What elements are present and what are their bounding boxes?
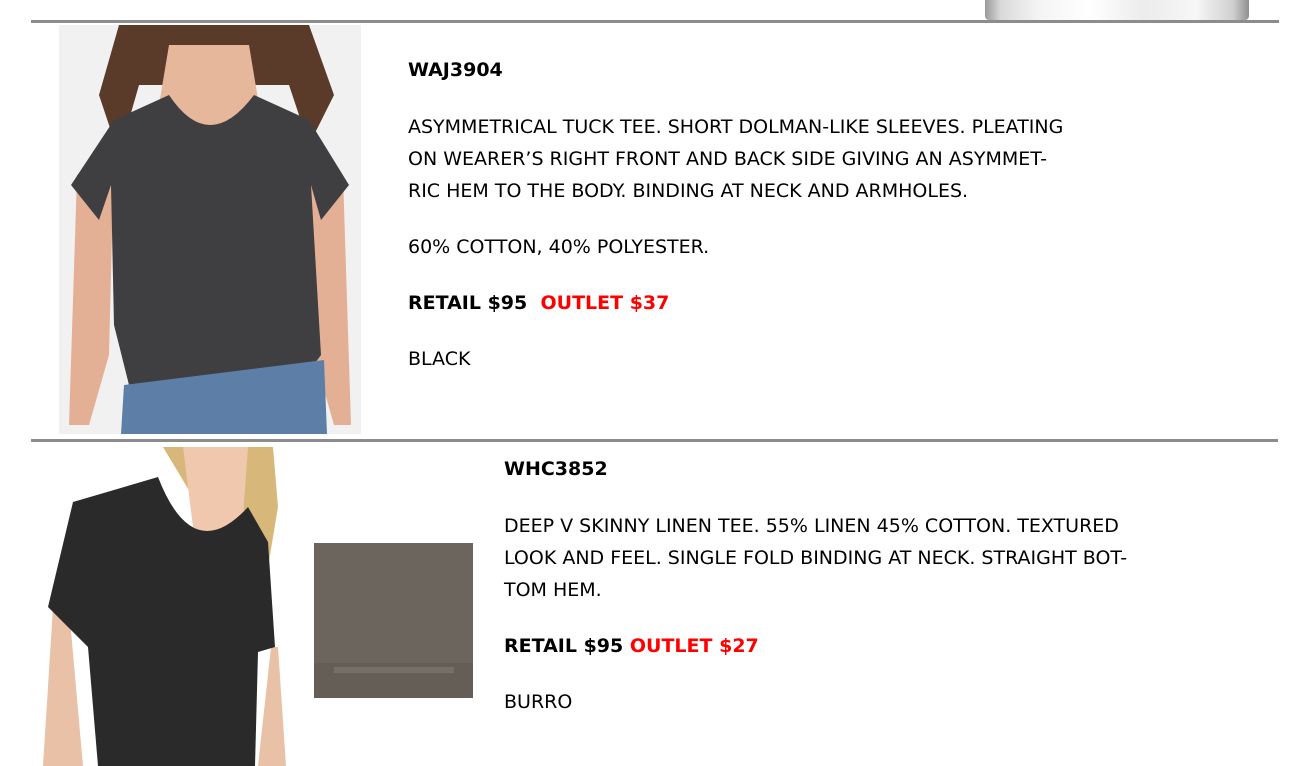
description-line: DEEP V SKINNY LINEN TEE. 55% LINEN 45% C… bbox=[504, 515, 1119, 537]
product-info-whc3852: WHC3852 DEEP V SKINNY LINEN TEE. 55% LIN… bbox=[504, 457, 1284, 718]
retail-price: RETAIL $95 bbox=[504, 635, 624, 657]
product-color: BLACK bbox=[408, 348, 471, 370]
product-description: DEEP V SKINNY LINEN TEE. 55% LINEN 45% C… bbox=[504, 510, 1284, 606]
product-color: BURRO bbox=[504, 691, 573, 713]
previous-product-photo-edge bbox=[985, 0, 1249, 20]
fabric-swatch-icon bbox=[314, 543, 473, 698]
color-swatch-burro[interactable] bbox=[314, 543, 473, 698]
description-line: RIC HEM TO THE BODY. BINDING AT NECK AND… bbox=[408, 180, 969, 202]
product-photo-whc3852[interactable] bbox=[43, 447, 286, 766]
retail-price: RETAIL $95 bbox=[408, 292, 528, 314]
product-sku: WHC3852 bbox=[504, 458, 608, 480]
tshirt-model-photo-icon bbox=[59, 25, 361, 434]
product-description: ASYMMETRICAL TUCK TEE. SHORT DOLMAN-LIKE… bbox=[408, 111, 1208, 207]
product-info-waj3904: WAJ3904 ASYMMETRICAL TUCK TEE. SHORT DOL… bbox=[408, 58, 1208, 375]
tshirt-model-photo-icon bbox=[43, 447, 286, 766]
product-divider bbox=[31, 439, 1278, 442]
outlet-price: OUTLET $37 bbox=[540, 292, 670, 314]
outlet-price: OUTLET $27 bbox=[629, 635, 759, 657]
product-photo-waj3904[interactable] bbox=[59, 25, 361, 434]
product-price: RETAIL $95 OUTLET $37 bbox=[408, 287, 1208, 319]
description-line: ON WEARER’S RIGHT FRONT AND BACK SIDE GI… bbox=[408, 148, 1047, 170]
description-line: ASYMMETRICAL TUCK TEE. SHORT DOLMAN-LIKE… bbox=[408, 116, 1064, 138]
product-price: RETAIL $95 OUTLET $27 bbox=[504, 630, 1284, 662]
description-line: TOM HEM. bbox=[504, 579, 602, 601]
product-fabric: 60% COTTON, 40% POLYESTER. bbox=[408, 236, 710, 258]
product-sku: WAJ3904 bbox=[408, 59, 503, 81]
description-line: LOOK AND FEEL. SINGLE FOLD BINDING AT NE… bbox=[504, 547, 1128, 569]
product-divider bbox=[31, 20, 1279, 23]
